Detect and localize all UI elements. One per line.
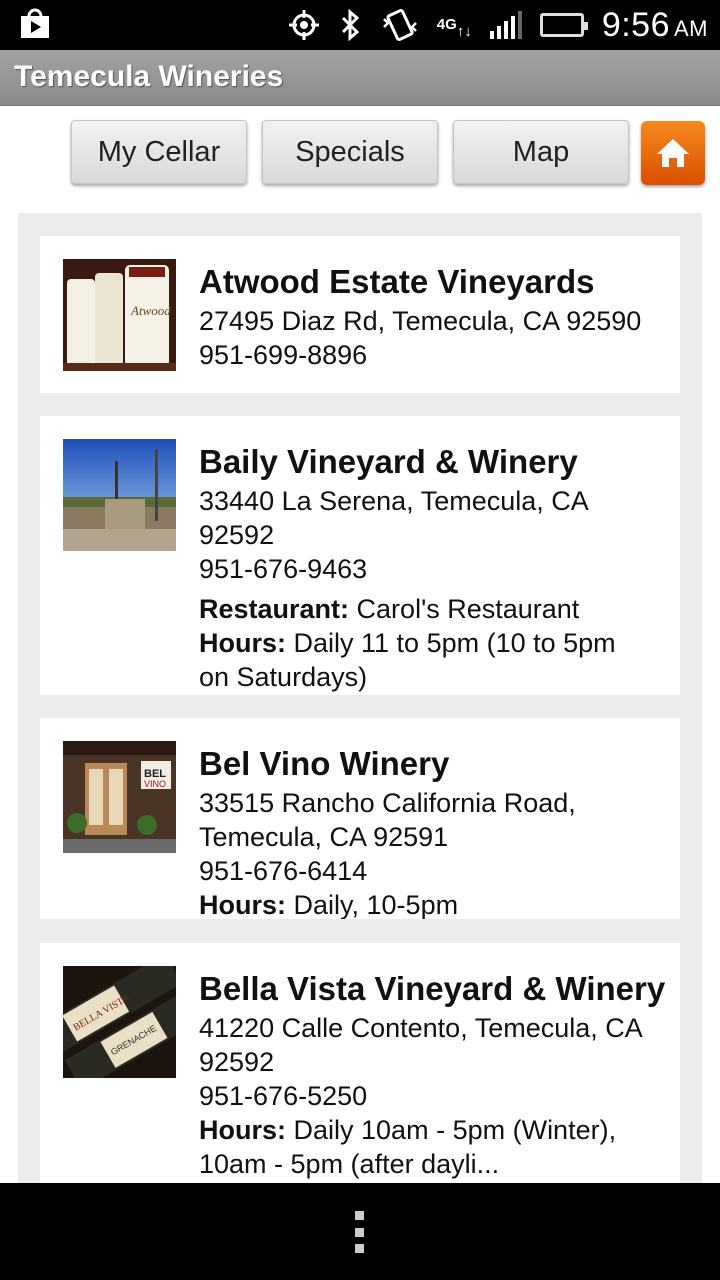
vibrate-icon xyxy=(381,7,419,43)
list-item[interactable]: Baily Vineyard & Winery 33440 La Serena,… xyxy=(40,416,680,695)
winery-list[interactable]: Atwood Atwood Estate Vineyards 27495 Dia… xyxy=(18,213,702,1183)
winery-restaurant: Restaurant: Carol's Restaurant xyxy=(199,594,580,624)
winery-address-line2: 92592 xyxy=(199,1047,275,1077)
winery-name[interactable]: Bel Vino Winery xyxy=(199,742,676,786)
winery-hours-line2: on Saturdays) xyxy=(199,662,368,692)
clock: 9:56 AM xyxy=(601,5,708,44)
list-item[interactable]: BEL VINO Bel Vino Winery 33515 Rancho Ca… xyxy=(40,718,680,919)
toolbar: My Cellar Specials Map xyxy=(0,106,720,206)
winery-hours: Hours: Daily 10am - 5pm (Winter), xyxy=(199,1115,617,1145)
winery-info: Baily Vineyard & Winery 33440 La Serena,… xyxy=(199,440,676,694)
svg-text:VINO: VINO xyxy=(144,779,166,789)
winery-address-line2: Temecula, CA 92591 xyxy=(199,822,449,852)
winery-hours-line2: 10am - 5pm (after dayli... xyxy=(199,1149,500,1179)
winery-thumbnail: Atwood xyxy=(63,259,176,371)
winery-thumbnail: BEL VINO xyxy=(63,741,176,853)
winery-hours: Hours: Daily 11 to 5pm (10 to 5pm xyxy=(199,628,616,658)
winery-phone[interactable]: 951-676-6414 xyxy=(199,854,676,888)
winery-thumbnail xyxy=(63,439,176,551)
status-bar: 4G ↑↓ 9:56 AM xyxy=(0,0,720,50)
winery-thumbnail: BELLA VISTA GRENACHE xyxy=(63,966,176,1078)
winery-phone[interactable]: 951-676-5250 xyxy=(199,1079,676,1113)
bluetooth-icon xyxy=(339,8,363,42)
my-cellar-button[interactable]: My Cellar xyxy=(71,120,247,184)
winery-hours: Hours: Daily, 10-5pm xyxy=(199,890,459,919)
4g-icon: 4G ↑↓ xyxy=(436,16,472,40)
menu-icon[interactable] xyxy=(355,1211,365,1253)
winery-info: Atwood Estate Vineyards 27495 Diaz Rd, T… xyxy=(199,260,676,372)
winery-phone[interactable]: 951-699-8896 xyxy=(199,338,676,372)
winery-address: 33515 Rancho California Road, xyxy=(199,788,576,818)
winery-info: Bella Vista Vineyard & Winery 41220 Call… xyxy=(199,967,676,1181)
signal-icon xyxy=(489,11,522,39)
app-title: Temecula Wineries xyxy=(14,60,284,93)
list-item[interactable]: BELLA VISTA GRENACHE Bella Vista Vineyar… xyxy=(40,943,680,1183)
gps-icon xyxy=(287,8,321,42)
winery-name[interactable]: Baily Vineyard & Winery xyxy=(199,440,676,484)
svg-text:Atwood: Atwood xyxy=(130,303,171,318)
winery-name[interactable]: Atwood Estate Vineyards xyxy=(199,260,676,304)
winery-address: 27495 Diaz Rd, Temecula, CA 92590 xyxy=(199,306,642,336)
specials-button[interactable]: Specials xyxy=(262,120,438,184)
map-button[interactable]: Map xyxy=(453,120,629,184)
navigation-bar xyxy=(0,1183,720,1280)
winery-info: Bel Vino Winery 33515 Rancho California … xyxy=(199,742,676,919)
winery-address: 33440 La Serena, Temecula, CA xyxy=(199,486,589,516)
winery-phone[interactable]: 951-676-9463 xyxy=(199,552,676,586)
winery-address-line2: 92592 xyxy=(199,520,275,550)
winery-address: 41220 Calle Contento, Temecula, CA xyxy=(199,1013,643,1043)
list-item[interactable]: Atwood Atwood Estate Vineyards 27495 Dia… xyxy=(40,236,680,393)
play-store-icon xyxy=(18,7,52,46)
home-button[interactable] xyxy=(641,121,705,185)
app-title-bar: Temecula Wineries xyxy=(0,50,720,106)
winery-name[interactable]: Bella Vista Vineyard & Winery xyxy=(199,967,676,1011)
battery-icon xyxy=(539,13,588,37)
home-icon xyxy=(657,139,689,167)
